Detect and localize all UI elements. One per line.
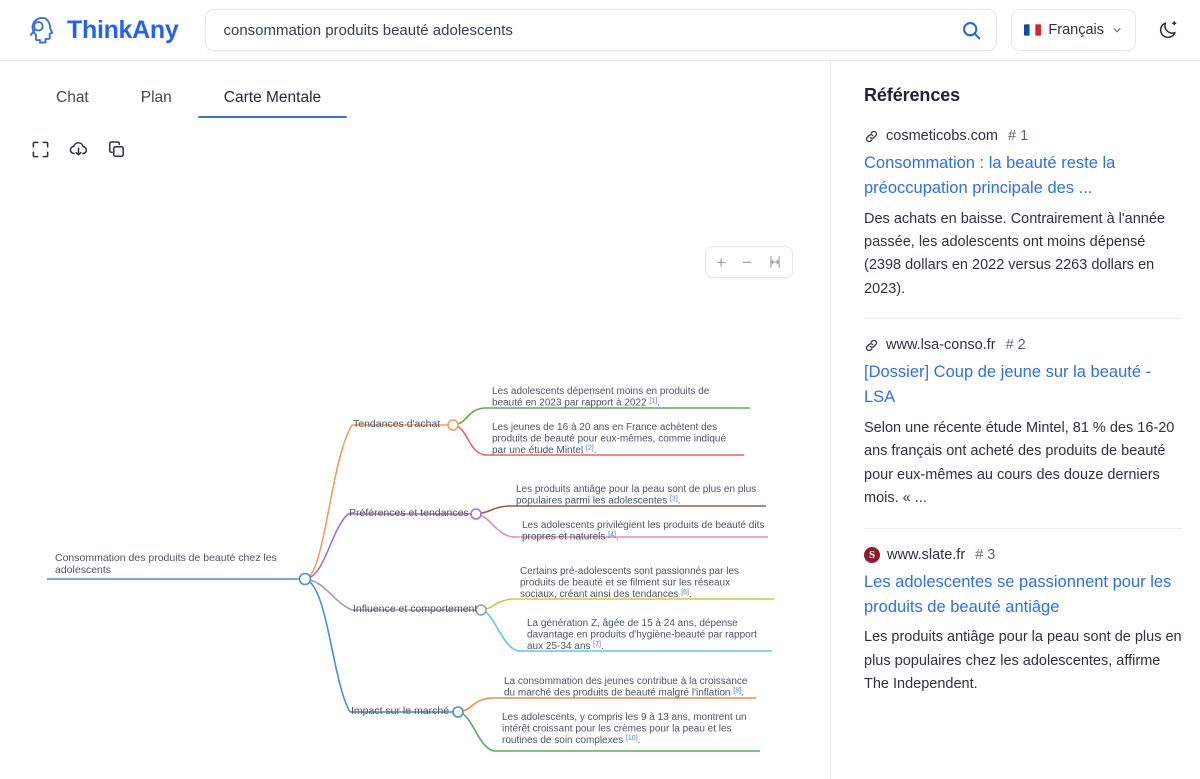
language-selector[interactable]: Français (1011, 9, 1136, 51)
reference-snippet-1: Des achats en baisse. Contrairement à l'… (864, 210, 1165, 297)
edge-b4-l2 (457, 711, 495, 752)
reference-number-1: # 1 (1008, 128, 1029, 144)
references-pane: Références cosmeticobs.com # 1 Consommat… (831, 61, 1200, 779)
mindmap-leaf-3-1[interactable]: Certains pré-adolescents sont passionnés… (520, 566, 742, 600)
search-input[interactable] (223, 21, 952, 39)
search-icon (963, 21, 981, 39)
mindmap-branch-label-1[interactable]: Tendances d'achat (353, 418, 440, 430)
reference-domain-1: cosmeticobs.com (886, 128, 999, 144)
mindmap-canvas[interactable]: Consommation des produits de beauté chez… (0, 61, 831, 779)
reference-source-2: www.lsa-conso.fr # 2 (864, 337, 1182, 353)
theme-toggle-button[interactable] (1150, 12, 1186, 48)
mindmap-leaf-4-1[interactable]: La consommation des jeunes contribue à l… (504, 676, 750, 699)
brand-name: ThinkAny (67, 15, 179, 44)
node-root-handle[interactable] (298, 572, 312, 586)
edge-root-b4 (304, 578, 351, 713)
mindmap-branch-label-2[interactable]: Préférences et tendances (349, 507, 469, 519)
reference-domain-2: www.lsa-conso.fr (886, 337, 996, 354)
reference-item-3: S www.slate.fr # 3 Les adolescentes se p… (864, 546, 1182, 714)
reference-number-2: # 2 (1005, 337, 1026, 354)
reference-item-2: www.lsa-conso.fr # 2 [Dossier] Coup de j… (864, 337, 1182, 529)
reference-headline-2[interactable]: [Dossier] Coup de jeune sur la beauté - … (864, 360, 1182, 410)
mindmap-leaf-2-1[interactable]: Les produits antiâge pour la peau sont d… (516, 484, 759, 507)
edge-b1-l2 (452, 424, 487, 456)
link-icon (866, 130, 877, 142)
mindmap-leaf-1-1[interactable]: Les adolescents dépensent moins en produ… (492, 386, 712, 409)
mindmap-leaf-3-2[interactable]: La génération Z, âgée de 15 à 24 ans, dé… (527, 618, 760, 652)
edge-b3-l2 (480, 609, 520, 652)
mindmap-leaf-2-2[interactable]: Les adolescents privilégient les produit… (522, 520, 767, 543)
slate-favicon-icon: S (864, 546, 880, 563)
node-b1-handle[interactable] (447, 419, 459, 431)
reference-headline-1[interactable]: Consommation : la beauté reste la préocc… (864, 151, 1182, 201)
mindmap-branch-label-3[interactable]: Influence et comportement (353, 603, 477, 615)
mindmap-pane: Chat Plan Carte Mentale + − Consommation… (0, 61, 831, 779)
mindmap-leaf-1-2[interactable]: Les jeunes de 16 à 20 ans en France achè… (492, 422, 729, 456)
node-b3-handle[interactable] (475, 604, 487, 616)
search-button[interactable] (961, 20, 982, 41)
language-label: Français (1048, 22, 1104, 38)
reference-snippet-2: Selon une récente étude Mintel, 81 % des… (864, 419, 1175, 507)
references-title: Références (864, 85, 961, 105)
reference-item-1: cosmeticobs.com # 1 Consommation : la be… (864, 128, 1182, 320)
thinkany-head-search-logo-icon (29, 16, 54, 44)
chevron-down-icon (1113, 28, 1121, 33)
moon-icon (1159, 21, 1177, 39)
brand-logo[interactable]: ThinkAny (24, 13, 179, 47)
reference-domain-3: www.slate.fr (887, 546, 966, 563)
node-b2-handle[interactable] (470, 508, 482, 520)
app-header: ThinkAny Français (0, 0, 1200, 61)
reference-headline-3[interactable]: Les adolescentes se passionnent pour les… (864, 570, 1182, 620)
fr-flag-icon (1024, 24, 1042, 36)
reference-source-1: cosmeticobs.com # 1 (864, 128, 1182, 144)
edge-root-b1 (304, 424, 353, 580)
mindmap-branch-label-4[interactable]: Impact sur le marché (351, 705, 449, 717)
search-bar[interactable] (204, 9, 998, 51)
mindmap-leaf-4-2[interactable]: Les adolescents, y compris les 9 à 13 an… (502, 712, 749, 746)
link-icon (866, 339, 877, 352)
node-b4-handle[interactable] (452, 706, 464, 718)
reference-snippet-3: Les produits antiâge pour la peau sont d… (864, 629, 1182, 693)
mindmap-root-label: Consommation des produits de beauté chez… (55, 552, 280, 576)
reference-source-3: S www.slate.fr # 3 (864, 546, 1182, 563)
reference-number-3: # 3 (975, 546, 996, 563)
edge-b2-l2 (475, 513, 515, 538)
main-content: Chat Plan Carte Mentale + − Consommation… (0, 61, 1200, 779)
